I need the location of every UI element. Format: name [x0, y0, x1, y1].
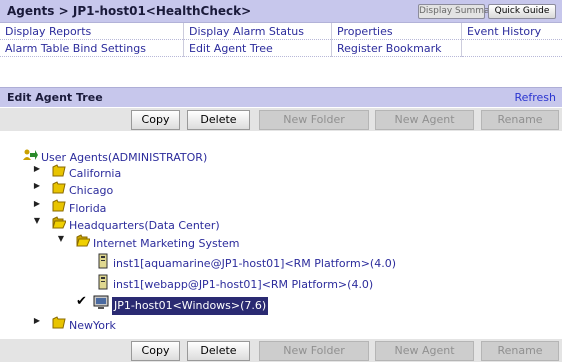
server-tower-icon	[96, 274, 110, 296]
display-reports-link[interactable]: Display Reports	[0, 23, 184, 40]
quick-guide-button[interactable]: Quick Guide	[488, 4, 556, 19]
tree-node-label: Headquarters(Data Center)	[69, 218, 220, 232]
tree-node-agent-webapp[interactable]: inst1[webapp@JP1-host01]<RM Platform>(4.…	[96, 274, 373, 292]
collapse-arrow-icon[interactable]: ▼	[32, 216, 42, 234]
tree-node-agent-aquamarine[interactable]: inst1[aquamarine@JP1-host01]<RM Platform…	[96, 253, 396, 271]
new-folder-button[interactable]: New Folder	[259, 341, 369, 361]
expand-arrow-icon[interactable]: ▶	[32, 199, 42, 217]
toolbar-top: Copy Delete New Folder New Agent Rename	[0, 108, 562, 131]
folder-icon	[52, 316, 66, 335]
section-title: Edit Agent Tree	[7, 91, 103, 104]
expand-arrow-icon[interactable]: ▶	[32, 181, 42, 199]
tree-node-label: California	[69, 166, 122, 180]
tree-node-florida[interactable]: Florida	[52, 199, 106, 217]
server-tower-icon	[96, 253, 110, 275]
delete-button[interactable]: Delete	[187, 110, 250, 130]
tree-node-label: Florida	[69, 201, 107, 215]
folder-open-icon	[76, 234, 91, 253]
folder-icon	[52, 181, 66, 200]
menu-empty-cell	[461, 39, 562, 57]
breadcrumb: Agents > JP1-host01<HealthCheck>	[7, 4, 252, 18]
copy-button[interactable]: Copy	[131, 341, 180, 361]
tree-node-host-selected[interactable]: JP1-host01<Windows>(7.6)	[93, 295, 269, 316]
tree-node-label: inst1[aquamarine@JP1-host01]<RM Platform…	[113, 257, 396, 270]
expand-arrow-icon[interactable]: ▶	[32, 164, 42, 182]
page-header: Agents > JP1-host01<HealthCheck> Display…	[0, 0, 562, 23]
checkmark-icon: ✔	[76, 294, 87, 309]
tree-node-newyork[interactable]: NewYork	[52, 316, 116, 334]
folder-open-icon	[52, 216, 67, 235]
new-agent-button[interactable]: New Agent	[375, 341, 474, 361]
tree-node-headquarters[interactable]: Headquarters(Data Center)	[52, 216, 220, 234]
tree-node-label: NewYork	[69, 318, 116, 332]
new-folder-button[interactable]: New Folder	[259, 110, 369, 130]
alarm-table-bind-settings-link[interactable]: Alarm Table Bind Settings	[0, 39, 184, 57]
event-history-link[interactable]: Event History	[461, 23, 562, 40]
edit-agent-tree-link[interactable]: Edit Agent Tree	[183, 39, 332, 57]
computer-icon	[93, 295, 109, 316]
tree-node-label: JP1-host01<Windows>(7.6)	[112, 296, 269, 315]
tree-node-label: Internet Marketing System	[93, 236, 240, 250]
new-agent-button[interactable]: New Agent	[375, 110, 474, 130]
rename-button[interactable]: Rename	[481, 110, 559, 130]
rename-button[interactable]: Rename	[481, 341, 559, 361]
tree-node-label: inst1[webapp@JP1-host01]<RM Platform>(4.…	[113, 278, 374, 291]
section-title-bar: Edit Agent Tree Refresh	[0, 87, 562, 107]
toolbar-bottom: Copy Delete New Folder New Agent Rename	[0, 339, 562, 362]
tree-node-label: Chicago	[69, 183, 114, 197]
properties-link[interactable]: Properties	[331, 23, 462, 40]
expand-arrow-icon[interactable]: ▶	[32, 316, 42, 334]
delete-button[interactable]: Delete	[187, 341, 250, 361]
tree-node-chicago[interactable]: Chicago	[52, 181, 113, 199]
agent-tree: User Agents(ADMINISTRATOR) ▶ California …	[0, 131, 562, 339]
menu-table: Display Reports Display Alarm Status Pro…	[0, 23, 562, 57]
display-summary-button[interactable]: Display Summary	[418, 4, 499, 19]
copy-button[interactable]: Copy	[131, 110, 180, 130]
display-alarm-status-link[interactable]: Display Alarm Status	[183, 23, 332, 40]
register-bookmark-link[interactable]: Register Bookmark	[331, 39, 462, 57]
collapse-arrow-icon[interactable]: ▼	[56, 234, 66, 252]
refresh-link[interactable]: Refresh	[514, 91, 556, 104]
tree-node-internet-marketing-system[interactable]: Internet Marketing System	[76, 234, 240, 252]
tree-node-california[interactable]: California	[52, 164, 121, 182]
